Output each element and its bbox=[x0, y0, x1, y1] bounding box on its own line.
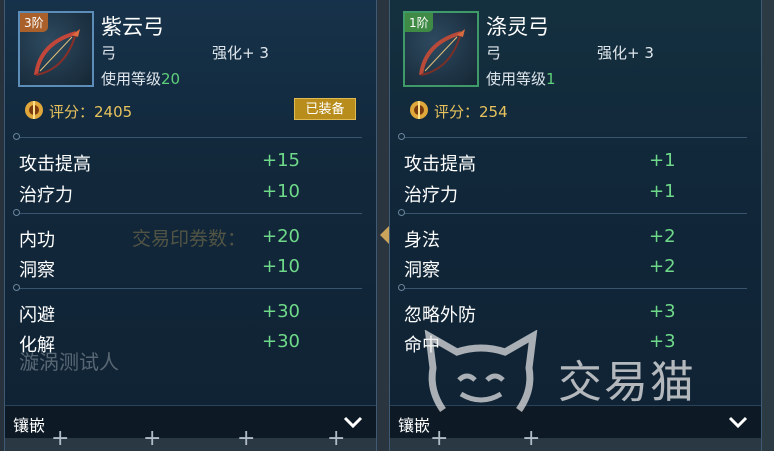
item-type: 弓 bbox=[101, 44, 117, 62]
watermark-text: 交易猫 bbox=[558, 357, 696, 408]
add-slot-icon[interactable]: + bbox=[51, 426, 69, 451]
stat-value: +2 bbox=[649, 256, 676, 277]
stat-name: 闪避 bbox=[19, 305, 55, 326]
stat-value: +10 bbox=[262, 181, 300, 202]
stat-name: 治疗力 bbox=[404, 185, 458, 206]
required-level-label: 使用等级 bbox=[486, 70, 547, 88]
stat-name: 攻击提高 bbox=[19, 154, 91, 175]
tester-name: 漩涡测试人 bbox=[19, 350, 119, 374]
add-slot-icon[interactable]: + bbox=[327, 426, 345, 451]
bow-icon bbox=[34, 29, 80, 76]
item-icon-frame: 3阶 bbox=[18, 11, 94, 87]
required-level: 使用等级1 bbox=[486, 68, 556, 89]
inlay-slots: + + + + bbox=[5, 426, 376, 451]
item-type: 弓 bbox=[486, 44, 502, 62]
tier-badge: 1阶 bbox=[405, 13, 433, 32]
add-slot-icon[interactable]: + bbox=[430, 426, 448, 451]
required-level-label: 使用等级 bbox=[101, 70, 162, 88]
required-level: 使用等级20 bbox=[101, 68, 180, 89]
equipped-badge: 已装备 bbox=[294, 98, 356, 120]
inlay-label: 镶嵌 bbox=[13, 416, 46, 435]
separator bbox=[13, 133, 362, 140]
stat-name: 忽略外防 bbox=[404, 305, 476, 326]
stat-name: 身法 bbox=[404, 230, 440, 251]
stat-name: 治疗力 bbox=[19, 185, 73, 206]
enhance-level: 强化+ 3 bbox=[597, 44, 654, 62]
right-edge-background bbox=[762, 0, 774, 451]
stat-value: +20 bbox=[262, 226, 300, 247]
item-name: 涤灵弓 bbox=[486, 15, 549, 39]
trade-voucher-label: 交易印券数： bbox=[132, 228, 247, 250]
stat-value: +10 bbox=[262, 256, 300, 277]
required-level-value: 1 bbox=[546, 70, 556, 88]
equipped-item-tooltip: 3阶 紫云弓 弓 强化+ 3 使用等级20 评分：2405 已装备 攻击提高 +… bbox=[4, 0, 377, 451]
item-icon-frame: 1阶 bbox=[403, 11, 479, 87]
stat-value: +1 bbox=[649, 181, 676, 202]
stat-name: 攻击提高 bbox=[404, 154, 476, 175]
add-slot-icon[interactable]: + bbox=[237, 426, 255, 451]
item-name: 紫云弓 bbox=[101, 15, 164, 39]
inlay-slots: + + bbox=[390, 426, 761, 451]
stat-value: +15 bbox=[262, 150, 300, 171]
enhance-level: 强化+ 3 bbox=[212, 44, 269, 62]
add-slot-icon[interactable]: + bbox=[522, 426, 540, 451]
separator bbox=[398, 284, 747, 291]
score-icon bbox=[25, 101, 43, 119]
tier-badge: 3阶 bbox=[20, 13, 48, 32]
required-level-value: 20 bbox=[161, 70, 181, 88]
stat-value: +1 bbox=[649, 150, 676, 171]
score-value: 评分：254 bbox=[434, 103, 508, 121]
separator bbox=[13, 209, 362, 216]
separator bbox=[398, 209, 747, 216]
stat-value: +3 bbox=[649, 301, 676, 322]
separator bbox=[13, 284, 362, 291]
separator bbox=[398, 133, 747, 140]
add-slot-icon[interactable]: + bbox=[143, 426, 161, 451]
score-icon bbox=[410, 101, 428, 119]
stat-value: +30 bbox=[262, 301, 300, 322]
stat-name: 洞察 bbox=[404, 260, 440, 281]
stat-value: +30 bbox=[262, 331, 300, 352]
compare-arrow-icon bbox=[380, 226, 389, 244]
score-value: 评分：2405 bbox=[49, 103, 133, 121]
bow-icon bbox=[419, 29, 465, 76]
stat-value: +2 bbox=[649, 226, 676, 247]
stat-name: 内功 bbox=[19, 230, 55, 251]
stat-name: 洞察 bbox=[19, 260, 55, 281]
